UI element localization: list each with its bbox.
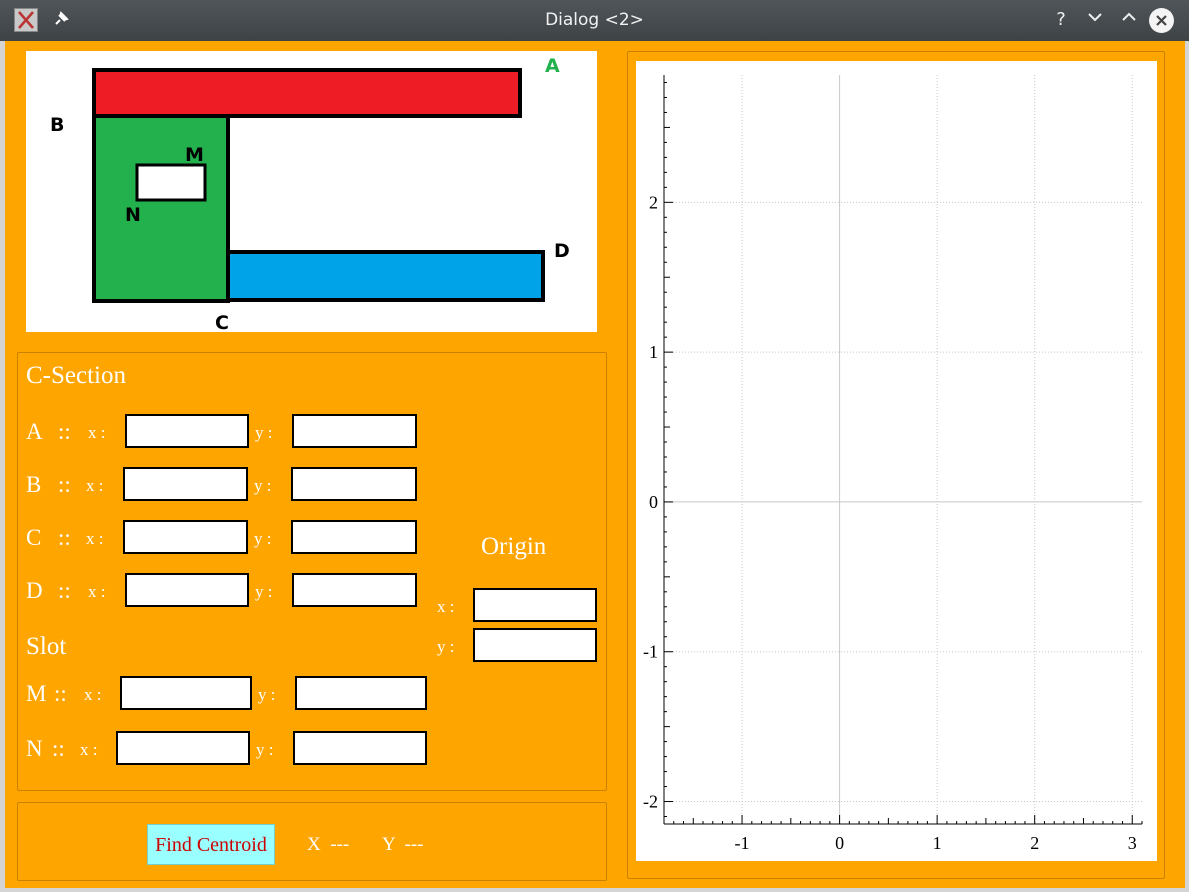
- b-y-input[interactable]: [291, 467, 417, 501]
- row-b-sep: ::: [58, 472, 71, 497]
- origin-y-input[interactable]: [473, 628, 597, 662]
- diagram-label-c: C: [215, 312, 229, 332]
- diagram-rect-a: [92, 68, 522, 118]
- diagram-rect-b: [92, 114, 230, 303]
- row-m-y-label: y :: [258, 685, 276, 704]
- origin-title: Origin: [481, 533, 547, 560]
- diagram-rect-d: [226, 250, 545, 302]
- row-a-y-label: y :: [255, 423, 273, 442]
- b-x-input[interactable]: [123, 467, 248, 501]
- n-y-input[interactable]: [293, 731, 427, 765]
- y-tick-label: -2: [643, 792, 658, 812]
- y-tick-label: 0: [649, 492, 658, 512]
- close-button[interactable]: [1149, 8, 1174, 33]
- window-frame-bottom: [0, 888, 1189, 892]
- c-section-title: C-Section: [26, 362, 126, 389]
- d-y-input[interactable]: [292, 573, 417, 607]
- m-y-input[interactable]: [295, 676, 427, 710]
- row-b-name: B: [26, 472, 42, 497]
- row-c-name: C: [26, 525, 42, 550]
- x-tick-label: 1: [933, 833, 942, 853]
- row-d-name: D: [26, 578, 43, 603]
- row-m-x-label: x :: [84, 685, 102, 704]
- centroid-y-readout: Y ---: [382, 834, 424, 855]
- row-d-y-label: y :: [255, 582, 273, 601]
- c-y-input[interactable]: [291, 520, 417, 554]
- row-d-sep: ::: [58, 578, 71, 603]
- row-b-x-label: x :: [86, 476, 104, 495]
- m-x-input[interactable]: [120, 676, 252, 710]
- diagram-label-d: D: [554, 240, 570, 262]
- row-a-name: A: [26, 419, 43, 444]
- x-tick-label: 3: [1128, 833, 1137, 853]
- c-x-input[interactable]: [123, 520, 248, 554]
- window-frame-left: [0, 41, 5, 892]
- plot-canvas: -1 0 1 2 3 -2 -1 0 1 2: [643, 75, 1143, 853]
- row-a-x-label: x :: [88, 423, 106, 442]
- row-c-sep: ::: [58, 525, 71, 550]
- minimize-button[interactable]: [1083, 8, 1107, 32]
- find-centroid-button[interactable]: Find Centroid: [147, 824, 275, 865]
- window-frame-right: [1185, 41, 1189, 892]
- diagram-slot: [135, 163, 207, 202]
- origin-x-input[interactable]: [473, 588, 597, 622]
- a-x-input[interactable]: [125, 414, 249, 448]
- n-x-input[interactable]: [116, 731, 250, 765]
- row-c-y-label: y :: [254, 529, 272, 548]
- c-section-diagram: A B M N D C: [26, 51, 597, 334]
- row-a-sep: ::: [58, 419, 71, 444]
- row-m-name: M: [26, 681, 47, 706]
- plot-area[interactable]: -1 0 1 2 3 -2 -1 0 1 2: [636, 61, 1157, 861]
- help-button[interactable]: ?: [1049, 8, 1073, 32]
- y-tick-label: -1: [643, 642, 658, 662]
- window-title: Dialog <2>: [545, 10, 644, 30]
- x-tick-label: 2: [1030, 833, 1039, 853]
- x-tick-label: 0: [835, 833, 844, 853]
- row-b-y-label: y :: [254, 476, 272, 495]
- y-tick-label: 2: [649, 192, 658, 212]
- row-n-name: N: [26, 736, 43, 761]
- diagram-label-n: N: [125, 204, 141, 226]
- centroid-x-readout: X ---: [307, 834, 350, 855]
- row-n-x-label: x :: [80, 740, 98, 759]
- maximize-button[interactable]: [1117, 8, 1141, 32]
- diagram-label-b: B: [50, 114, 64, 136]
- a-y-input[interactable]: [292, 414, 417, 448]
- title-bar: Dialog <2> ?: [0, 0, 1189, 41]
- origin-x-label: x :: [437, 597, 455, 616]
- diagram-label-a: A: [545, 55, 560, 77]
- row-c-x-label: x :: [86, 529, 104, 548]
- row-n-y-label: y :: [256, 740, 274, 759]
- d-x-input[interactable]: [125, 573, 249, 607]
- row-d-x-label: x :: [88, 582, 106, 601]
- slot-title: Slot: [26, 633, 67, 660]
- row-m-sep: ::: [54, 681, 67, 706]
- diagram-label-m: M: [185, 144, 204, 166]
- row-n-sep: ::: [52, 736, 65, 761]
- origin-y-label: y :: [437, 637, 455, 656]
- y-tick-label: 1: [649, 342, 658, 362]
- x-tick-label: -1: [735, 833, 750, 853]
